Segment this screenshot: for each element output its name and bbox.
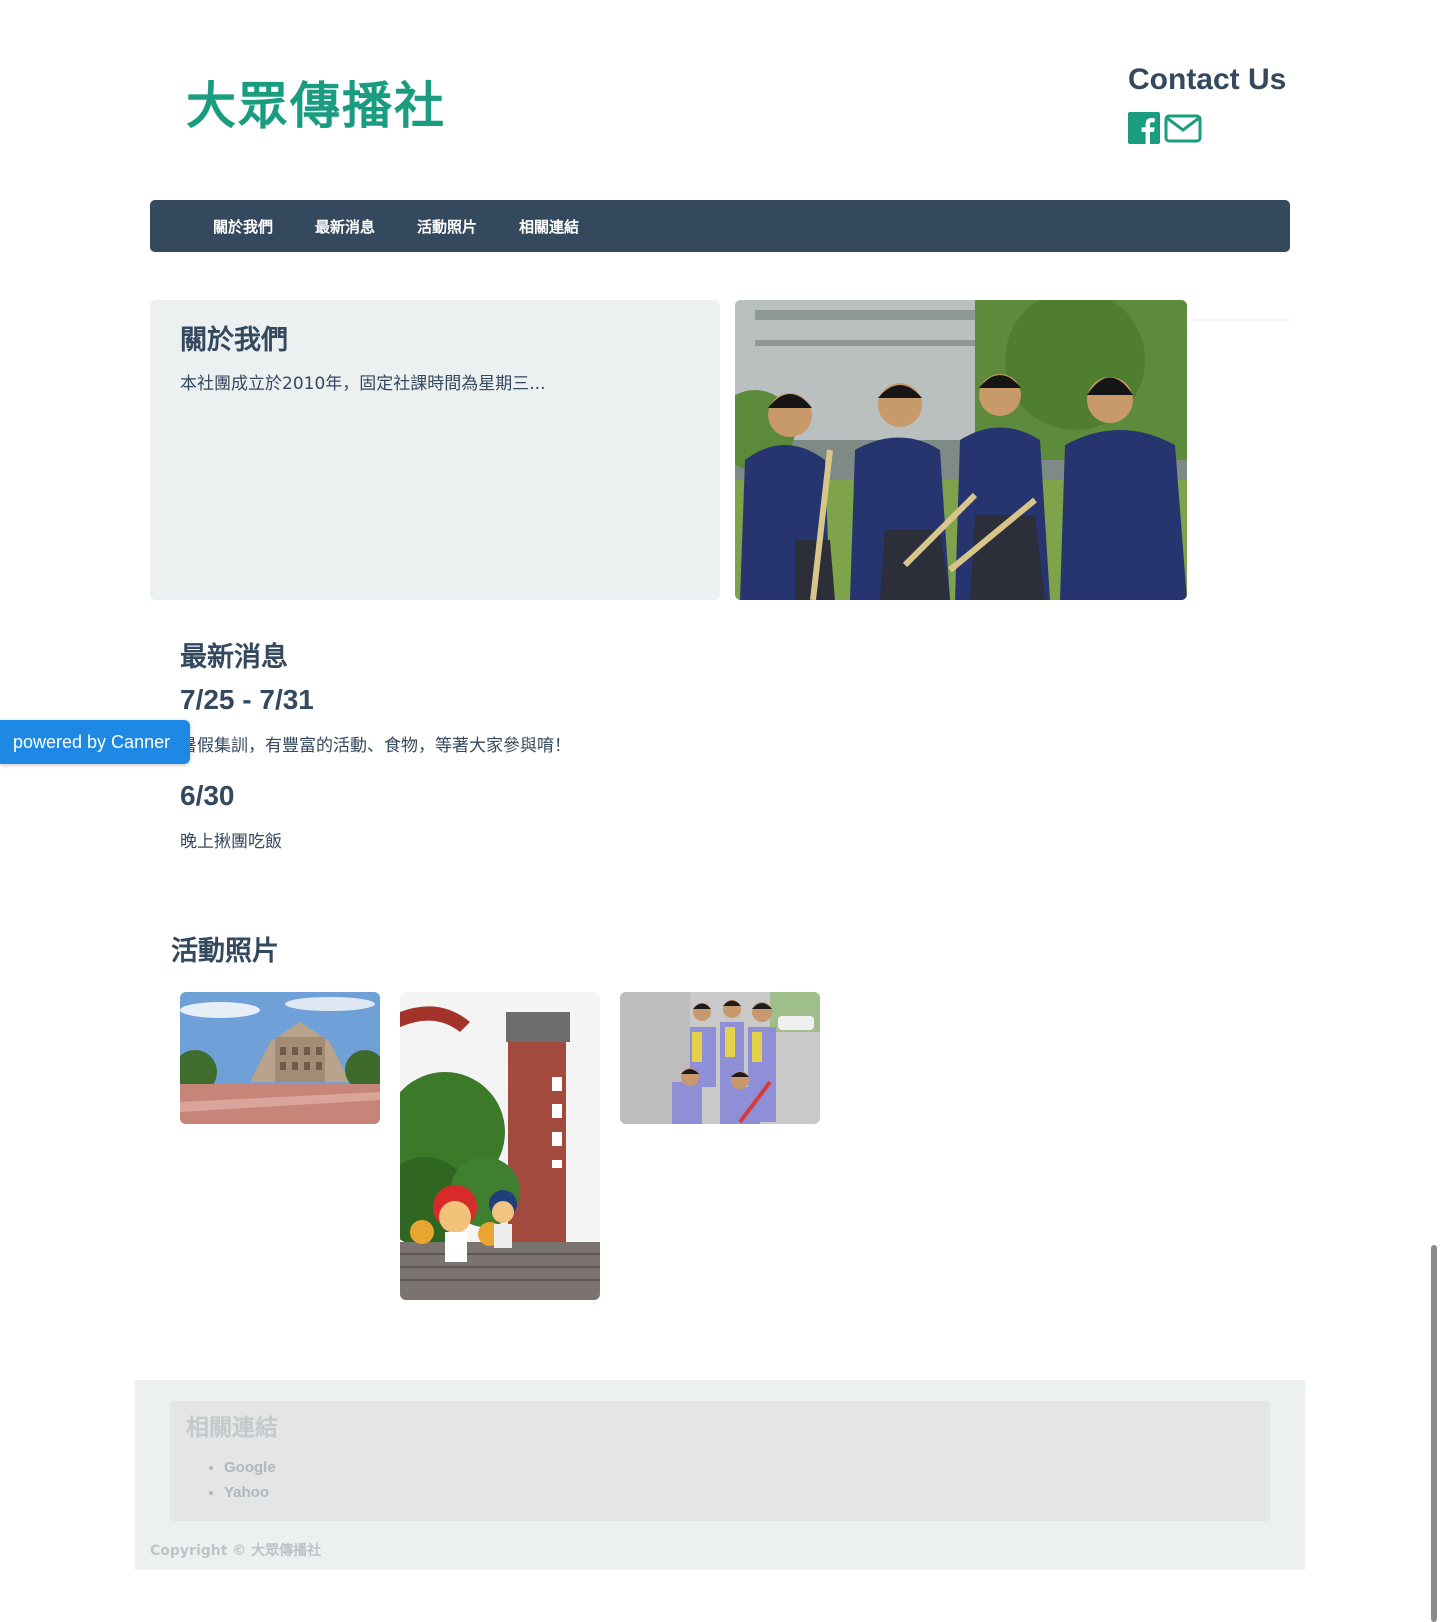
facebook-icon[interactable] [1128,112,1160,144]
photos-title: 活動照片 [171,936,279,967]
footer-links-panel: 相關連結 Google Yahoo [170,1401,1270,1521]
footer-link-google[interactable]: Google [224,1455,1254,1480]
news-item-text: 晚上揪團吃飯 [180,832,282,852]
page-scrollbar[interactable] [1428,0,1440,1622]
news-section: 最新消息 7/25 - 7/31 暑假集訓，有豐富的活動、食物，等著大家參與唷！… [180,640,980,854]
about-photo [735,300,1187,600]
contact-icons [1128,112,1298,144]
mail-icon[interactable] [1164,112,1202,144]
footer: 相關連結 Google Yahoo Copyright © 大眾傳播社 [135,1380,1305,1570]
about-text: 本社團成立於2010年，固定社課時間為星期三... [180,374,546,394]
footer-links-title: 相關連結 [186,1415,278,1441]
about-panel: 關於我們 本社團成立於2010年，固定社課時間為星期三... [150,300,720,600]
footer-link-yahoo[interactable]: Yahoo [224,1480,1254,1505]
nav-item-news[interactable]: 最新消息 [315,200,375,252]
contact-section: Contact Us [1128,62,1298,144]
gallery-photo-gym-tower[interactable] [400,992,600,1300]
news-title: 最新消息 [180,642,288,673]
copyright: Copyright © 大眾傳播社 [150,1543,322,1559]
main-navbar: 關於我們 最新消息 活動照片 相關連結 [150,200,1290,252]
nav-item-photos[interactable]: 活動照片 [417,200,477,252]
news-item-date: 7/25 - 7/31 [180,684,314,715]
gallery-photo-group[interactable] [620,992,820,1124]
site-title: 大眾傳播社 [186,77,446,135]
footer-links-list: Google Yahoo [186,1455,1254,1505]
about-title: 關於我們 [180,325,288,356]
divider [1187,319,1290,321]
news-item-text: 暑假集訓，有豐富的活動、食物，等著大家參與唷！ [180,736,571,756]
gallery-photo-building[interactable] [180,992,380,1124]
nav-item-links[interactable]: 相關連結 [519,200,579,252]
scrollbar-thumb[interactable] [1431,1245,1437,1622]
news-item-date: 6/30 [180,780,235,811]
nav-item-about[interactable]: 關於我們 [213,200,273,252]
contact-title: Contact Us [1128,63,1287,96]
powered-by-canner-badge[interactable]: powered by Canner [0,720,190,764]
